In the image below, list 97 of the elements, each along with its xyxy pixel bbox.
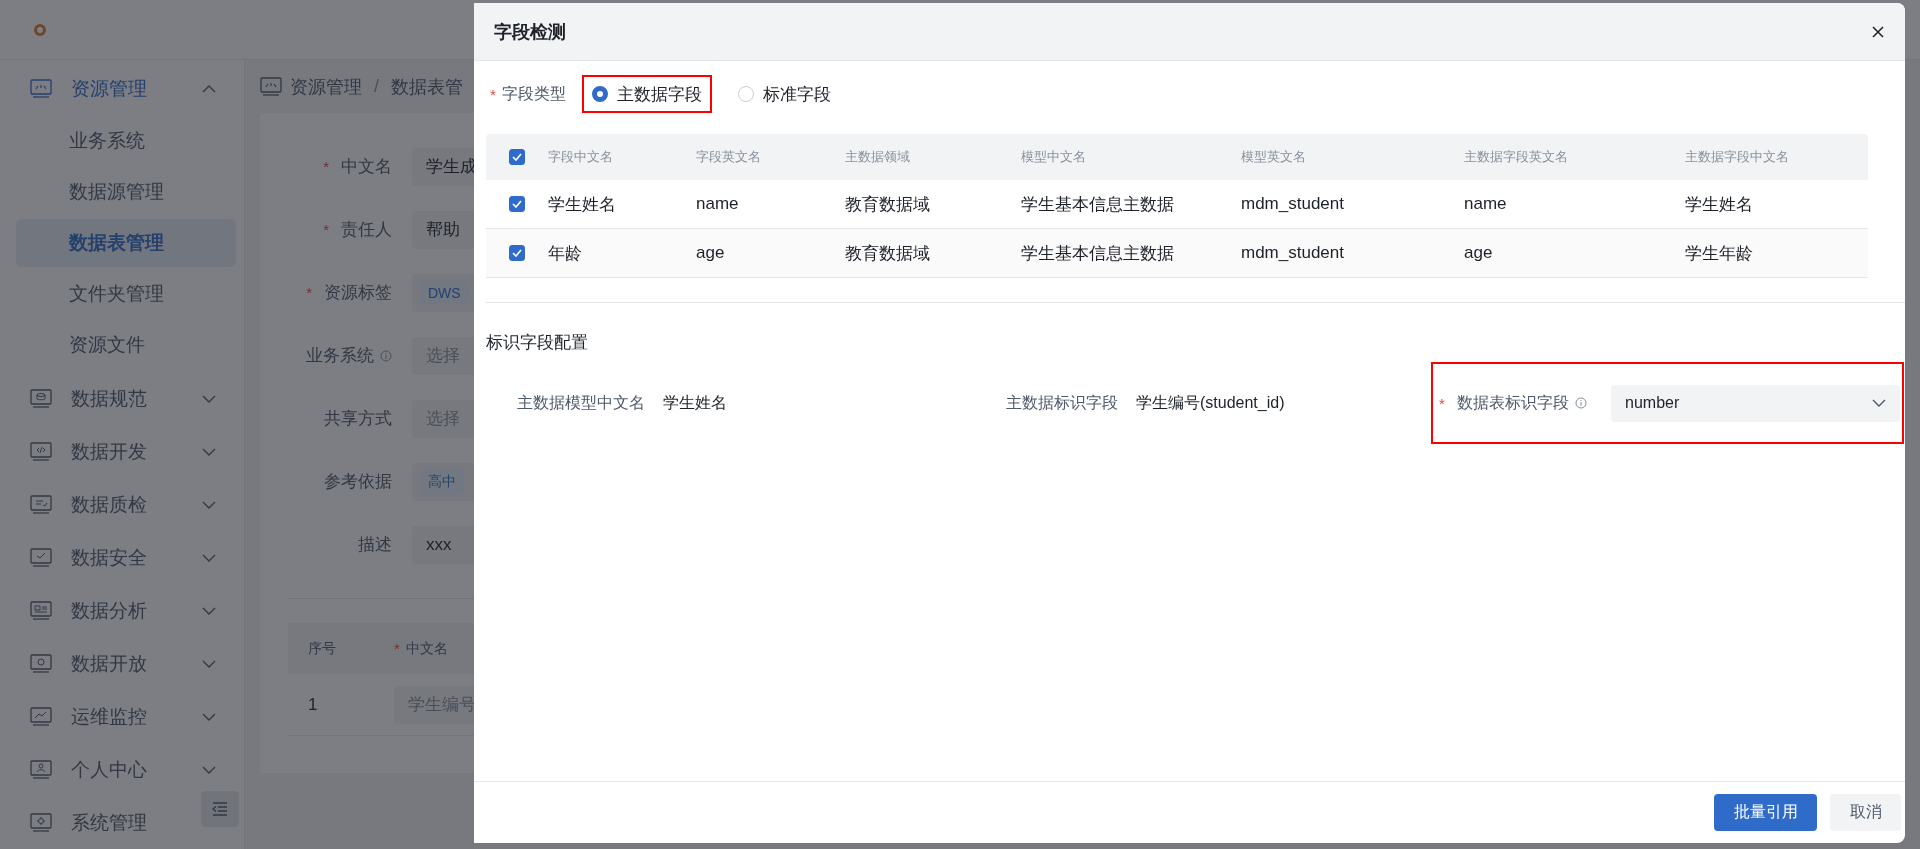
tag: DWS — [420, 280, 469, 305]
field-label: 描述 — [358, 534, 392, 556]
radio-button[interactable]: 主数据字段 — [591, 82, 702, 106]
chevron-down-icon — [202, 447, 216, 456]
radio-button[interactable]: 标准字段 — [737, 82, 831, 106]
table-cell: 学生姓名 — [548, 194, 616, 214]
required-mark: * — [394, 640, 400, 657]
menu-item[interactable]: 数据开发 — [0, 425, 244, 478]
breadcrumb-link[interactable]: 资源管理 — [290, 74, 362, 99]
logo-icon — [34, 23, 46, 36]
menu-item[interactable]: 数据规范 — [0, 372, 244, 425]
field-value: 学生姓名 — [663, 392, 727, 413]
checkbox[interactable] — [509, 245, 525, 261]
field-label: 责任人 — [341, 219, 392, 241]
field-value: 学生编号(student_id) — [1136, 392, 1285, 413]
menu-item[interactable]: 资源管理 — [0, 62, 244, 115]
table-cell: name — [1464, 194, 1507, 213]
check-icon — [512, 249, 522, 257]
cancel-button[interactable]: 取消 — [1830, 794, 1901, 831]
chevron-down-icon — [202, 553, 216, 562]
monitor-icon — [30, 654, 52, 673]
breadcrumb-link[interactable]: 数据表管 — [391, 74, 463, 99]
required-mark: * — [323, 158, 329, 175]
submenu-item[interactable]: 文件夹管理 — [16, 270, 236, 318]
required-mark: * — [1439, 394, 1445, 412]
monitor-icon — [30, 707, 52, 726]
field-label: 参考依据 — [324, 471, 392, 493]
column-header: 主数据字段英文名 — [1464, 149, 1568, 164]
chevron-down-icon — [202, 394, 216, 403]
chevron-down-icon — [202, 765, 216, 774]
table-cell: 学生姓名 — [1685, 194, 1753, 214]
field-label: 业务系统 — [306, 345, 374, 367]
monitor-icon — [30, 442, 52, 461]
monitor-icon — [30, 813, 52, 832]
breadcrumb-separator: / — [374, 76, 379, 97]
select-field[interactable]: number — [1611, 384, 1900, 422]
table-cell: name — [696, 194, 739, 213]
field-label: 共享方式 — [324, 408, 392, 430]
column-header: 主数据领域 — [845, 149, 910, 164]
menu-item[interactable]: 数据分析 — [0, 584, 244, 637]
submenu-item[interactable]: 数据表管理 — [16, 219, 236, 267]
chevron-down-icon — [202, 659, 216, 668]
submit-button[interactable]: 批量引用 — [1714, 794, 1817, 831]
check-icon — [512, 153, 522, 161]
required-mark: * — [490, 85, 496, 103]
monitor-icon — [30, 601, 52, 620]
column-header: 中文名 — [405, 639, 448, 658]
field-label: 数据表标识字段 — [1456, 392, 1569, 413]
required-mark: * — [323, 221, 329, 238]
column-header: 序号 — [308, 639, 336, 658]
chevron-down-icon — [202, 606, 216, 615]
monitor-icon — [30, 79, 52, 98]
table-cell: 年龄 — [548, 243, 582, 263]
column-header: 字段英文名 — [696, 149, 761, 164]
field-label: 主数据模型中文名 — [517, 392, 645, 413]
column-header: 字段中文名 — [548, 149, 613, 164]
column-header: 主数据字段中文名 — [1685, 149, 1789, 164]
column-header: 模型中文名 — [1021, 149, 1086, 164]
monitor-icon — [30, 389, 52, 408]
column-header: 模型英文名 — [1241, 149, 1306, 164]
table-cell: 学生基本信息主数据 — [1021, 243, 1174, 263]
required-mark: * — [306, 284, 312, 301]
monitor-icon — [260, 77, 282, 96]
chevron-down-icon — [1872, 399, 1886, 407]
submenu-item[interactable]: 数据源管理 — [16, 168, 236, 216]
check-icon — [512, 200, 522, 208]
menu-item[interactable]: 数据质检 — [0, 478, 244, 531]
table-cell: age — [1464, 243, 1493, 262]
chevron-down-icon — [202, 712, 216, 721]
table-cell: 教育数据域 — [845, 194, 930, 214]
monitor-icon — [30, 760, 52, 779]
field-label: 字段类型 — [501, 83, 566, 104]
menu-item[interactable]: 数据开放 — [0, 637, 244, 690]
monitor-icon — [30, 548, 52, 567]
chevron-down-icon — [202, 500, 216, 509]
chevron-up-icon — [202, 84, 216, 93]
tag: 高中 — [420, 468, 464, 495]
table-cell: 教育数据域 — [845, 243, 930, 263]
menu-item[interactable]: 运维监控 — [0, 690, 244, 743]
drawer-title: 字段检测 — [494, 20, 566, 44]
table-cell: mdm_student — [1241, 194, 1344, 213]
table-cell: mdm_student — [1241, 243, 1344, 262]
monitor-icon — [30, 495, 52, 514]
field-label: 资源标签 — [324, 282, 392, 304]
menu-item[interactable]: 数据安全 — [0, 531, 244, 584]
field-label: 主数据标识字段 — [1006, 392, 1118, 413]
submenu-item[interactable]: 业务系统 — [16, 117, 236, 165]
section-title: 标识字段配置 — [486, 332, 589, 354]
table-cell: 学生基本信息主数据 — [1021, 194, 1174, 214]
menu-collapse-icon — [212, 802, 228, 816]
submenu-item[interactable]: 资源文件 — [16, 321, 236, 369]
table-cell: 1 — [308, 694, 318, 715]
checkbox[interactable] — [509, 149, 525, 165]
table-cell: age — [696, 243, 725, 262]
table-cell: 学生年龄 — [1685, 243, 1753, 263]
field-label: 中文名 — [341, 156, 392, 178]
checkbox[interactable] — [509, 196, 525, 212]
